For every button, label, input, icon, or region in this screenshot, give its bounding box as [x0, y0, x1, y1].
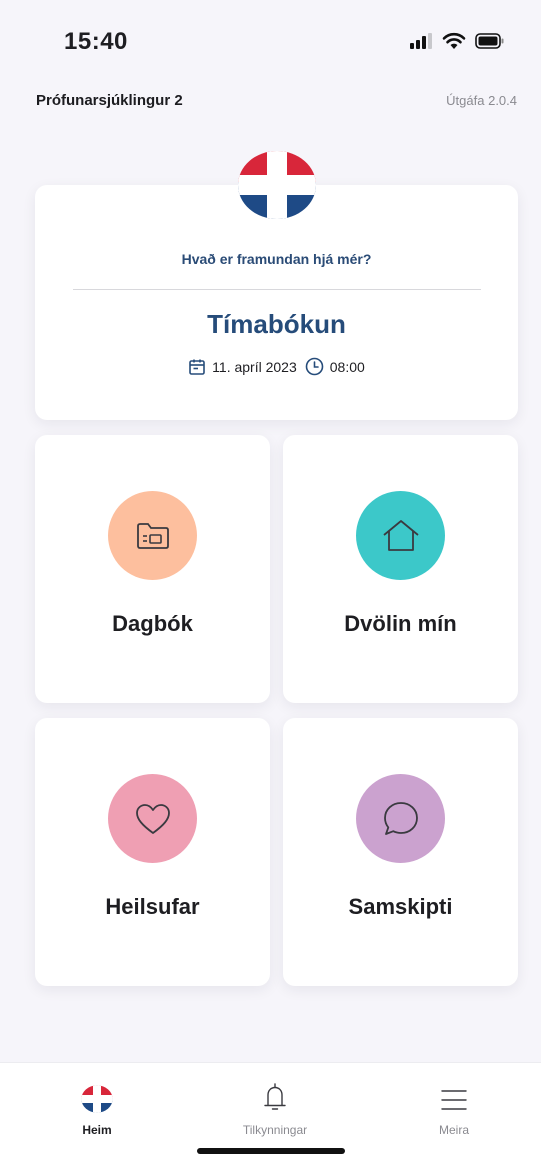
upcoming-question: Hvað er framundan hjá mér?: [181, 251, 372, 267]
nav-label: Heim: [82, 1123, 112, 1137]
tile-label: Samskipti: [348, 894, 453, 919]
home-icon: [382, 519, 419, 551]
tile-icon-circle: [108, 491, 197, 580]
clock-icon: [305, 357, 324, 376]
hospital-logo: [238, 151, 316, 219]
nav-home[interactable]: Heim: [37, 1079, 157, 1137]
status-time: 15:40: [64, 28, 128, 55]
calendar-icon: [189, 359, 205, 375]
wifi-icon: [442, 32, 466, 49]
appointment-time: 08:00: [329, 358, 365, 375]
home-indicator[interactable]: [197, 1148, 345, 1154]
logo-icon: [81, 1085, 113, 1113]
tile-icon-circle: [356, 491, 445, 580]
bottom-nav: Heim Tilkynningar Meira: [0, 1062, 541, 1155]
bell-icon: [264, 1083, 286, 1110]
tile-label: Dagbók: [112, 611, 193, 636]
chat-bubble-icon: [383, 801, 418, 835]
signal-icon: [410, 33, 432, 49]
status-bar: 15:40: [0, 0, 541, 80]
upcoming-appointment-card[interactable]: Hvað er framundan hjá mér? Tímabókun 11.…: [35, 185, 518, 420]
tile-label: Dvölin mín: [344, 611, 457, 636]
appointment-title: Tímabókun: [207, 309, 346, 339]
nav-label: Meira: [438, 1123, 469, 1137]
battery-icon: [475, 33, 504, 49]
app-version: Útgáfa 2.0.4: [446, 93, 517, 108]
nav-notifications[interactable]: Tilkynningar: [215, 1079, 335, 1137]
nav-more[interactable]: Meira: [394, 1079, 514, 1137]
tile-icon-circle: [356, 774, 445, 863]
tile-label: Heilsufar: [105, 894, 200, 919]
menu-icon: [441, 1090, 467, 1110]
tile-my-stay[interactable]: Dvölin mín: [283, 435, 518, 703]
status-icons: [409, 32, 505, 50]
tile-health[interactable]: Heilsufar: [35, 718, 270, 986]
folder-icon: [136, 522, 169, 549]
appointment-meta: 11. apríl 2023 08:00: [35, 357, 518, 376]
tile-communication[interactable]: Samskipti: [283, 718, 518, 986]
divider: [73, 289, 481, 290]
tile-icon-circle: [108, 774, 197, 863]
patient-name: Prófunarsjúklingur 2: [36, 92, 183, 109]
appointment-date: 11. apríl 2023: [212, 358, 297, 375]
heart-icon: [135, 803, 170, 834]
tile-diary[interactable]: Dagbók: [35, 435, 270, 703]
nav-label: Tilkynningar: [242, 1123, 308, 1137]
